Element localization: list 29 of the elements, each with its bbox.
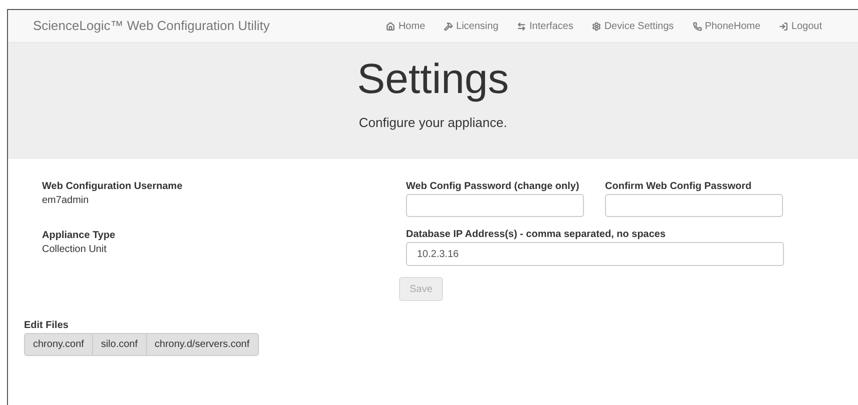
- phone-icon: [692, 22, 702, 30]
- field-value: em7admin: [42, 194, 90, 208]
- home-icon: [386, 22, 396, 30]
- section-title: Edit Files: [24, 319, 70, 332]
- ip-address-field[interactable]: 10.2.3.16: [406, 242, 784, 266]
- nav-link[interactable]: Licensing: [444, 18, 498, 34]
- password-field[interactable]: [406, 194, 584, 217]
- nav-link[interactable]: Home: [386, 18, 426, 34]
- field-label: Confirm Web Config Password: [605, 180, 752, 193]
- settings-icon: [592, 22, 602, 30]
- file-button[interactable]: chrony.d/servers.conf: [146, 333, 258, 356]
- file-button[interactable]: silo.conf: [92, 333, 146, 356]
- brand-title: ScienceLogic™ Web Configuration Utility: [33, 17, 270, 36]
- nav-link[interactable]: Interfaces: [517, 18, 574, 34]
- password-field[interactable]: [605, 194, 783, 217]
- nav-link[interactable]: Device Settings: [592, 18, 674, 34]
- field-label: Web Config Password (change only): [406, 180, 580, 193]
- page-subtitle: Configure your appliance.: [358, 114, 508, 132]
- nav-link[interactable]: PhoneHome: [692, 18, 760, 34]
- nav-link[interactable]: Logout: [779, 18, 822, 34]
- page-title: Settings: [357, 54, 509, 104]
- file-button[interactable]: chrony.conf: [24, 333, 92, 356]
- field-label: Web Configuration Username: [42, 180, 184, 193]
- exchange-arrows-icon: [517, 22, 526, 30]
- field-label: Appliance Type: [42, 229, 116, 242]
- field-value: Collection Unit: [42, 243, 108, 257]
- hammer-icon: [444, 22, 454, 30]
- logout-icon: [779, 22, 788, 30]
- field-label: Database IP Address(s) - comma separated, no spaces: [406, 228, 667, 241]
